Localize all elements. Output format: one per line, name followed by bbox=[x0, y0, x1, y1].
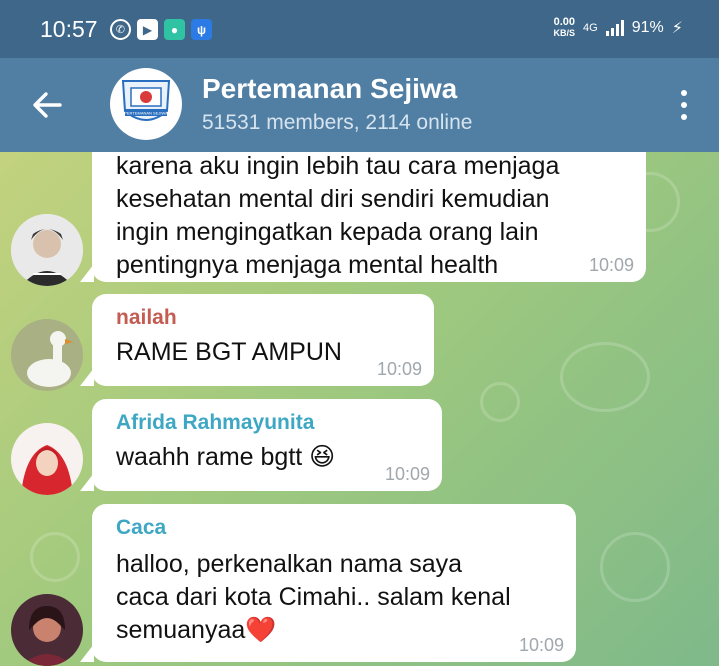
notification-icons: ✆ ▶ ● ψ bbox=[110, 19, 212, 40]
message-line: halloo, perkenalkan nama saya bbox=[116, 550, 463, 578]
message-bubble[interactable]: nailah RAME BGT AMPUN 10:09 bbox=[80, 294, 434, 386]
message-bubble[interactable]: Caca halloo, perkenalkan nama saya caca … bbox=[80, 504, 576, 662]
message-time: 10:09 bbox=[384, 464, 430, 484]
usb-icon: ψ bbox=[191, 19, 212, 40]
message-line: ingin mengingatkan kepada orang lain bbox=[116, 218, 539, 246]
message-line: karena aku ingin lebih tau cara menjaga bbox=[116, 152, 560, 180]
charging-icon: ⚡ bbox=[671, 20, 683, 37]
chat-header: PERTEMANAN SEJIWA Pertemanan Sejiwa 5153… bbox=[0, 58, 719, 152]
sender-avatar[interactable] bbox=[11, 214, 83, 286]
battery-percent: 91% bbox=[631, 19, 664, 36]
message-time: 10:09 bbox=[588, 255, 634, 275]
bubble-tail bbox=[80, 473, 94, 491]
message-line: kesehatan mental diri sendiri kemudian bbox=[116, 185, 550, 213]
chat-subtitle: 51531 members, 2114 online bbox=[202, 111, 473, 134]
message-time: 10:09 bbox=[376, 359, 422, 379]
group-logo-icon: PERTEMANAN SEJIWA bbox=[121, 80, 171, 121]
sender-avatar[interactable] bbox=[11, 319, 83, 391]
group-logo-text: PERTEMANAN SEJIWA bbox=[124, 111, 168, 116]
signal-icon bbox=[605, 20, 624, 36]
background-doodle bbox=[600, 532, 670, 602]
status-time: 10:57 bbox=[40, 16, 98, 42]
background-doodle bbox=[560, 342, 650, 412]
background-doodle bbox=[30, 532, 80, 582]
status-bar: 10:57 ✆ ▶ ● ψ 0.00 KB/S 4G 91% ⚡ bbox=[0, 0, 719, 58]
bubble-tail bbox=[80, 264, 94, 282]
bubble-tail bbox=[80, 368, 94, 386]
whatsapp-icon: ✆ bbox=[110, 19, 131, 40]
message-text: waahh rame bgtt 😆 bbox=[116, 443, 336, 471]
message-list[interactable]: karena aku ingin lebih tau cara menjaga … bbox=[0, 152, 719, 666]
message-time: 10:09 bbox=[518, 635, 564, 655]
status-right: 0.00 KB/S 4G 91% ⚡ bbox=[554, 17, 683, 39]
background-doodle bbox=[480, 382, 520, 422]
sender-avatar[interactable] bbox=[11, 594, 83, 666]
message-line: pentingnya menjaga mental health bbox=[116, 251, 499, 279]
message-bubble[interactable]: karena aku ingin lebih tau cara menjaga … bbox=[80, 152, 646, 282]
youtube-icon: ▶ bbox=[137, 19, 158, 40]
network-type: 4G bbox=[583, 22, 598, 34]
message-text: RAME BGT AMPUN bbox=[116, 338, 342, 366]
message-bubble[interactable]: Afrida Rahmayunita waahh rame bgtt 😆 10:… bbox=[80, 399, 442, 491]
more-options-icon[interactable] bbox=[679, 90, 689, 120]
sender-name[interactable]: Caca bbox=[116, 516, 552, 540]
message-line: semuanyaa❤️ bbox=[116, 616, 277, 644]
back-arrow-icon[interactable] bbox=[30, 88, 64, 122]
bubble-tail bbox=[80, 644, 94, 662]
group-avatar[interactable]: PERTEMANAN SEJIWA bbox=[110, 68, 182, 140]
sender-avatar[interactable] bbox=[11, 423, 83, 495]
chat-title[interactable]: Pertemanan Sejiwa bbox=[202, 73, 457, 105]
sender-name[interactable]: nailah bbox=[116, 306, 410, 330]
sender-name[interactable]: Afrida Rahmayunita bbox=[116, 411, 418, 435]
chat-app-icon: ● bbox=[164, 19, 185, 40]
network-speed: 0.00 KB/S bbox=[553, 16, 576, 39]
message-line: caca dari kota Cimahi.. salam kenal bbox=[116, 583, 511, 611]
